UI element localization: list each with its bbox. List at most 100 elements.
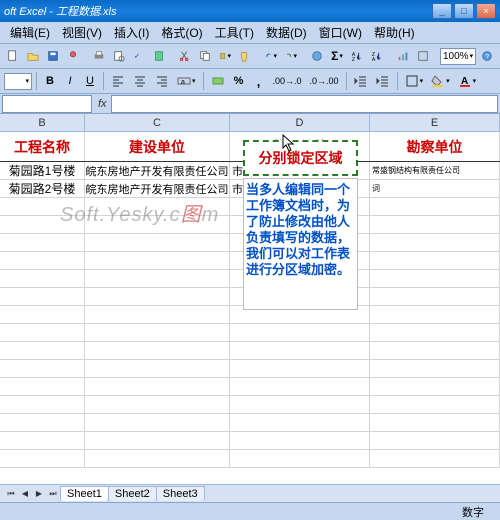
empty-row[interactable] — [0, 378, 500, 396]
separator — [203, 72, 204, 90]
font-size-combo[interactable]: ▾ — [4, 73, 32, 90]
name-box[interactable] — [2, 95, 92, 113]
increase-indent-icon[interactable] — [373, 71, 393, 91]
column-headers: B C D E — [0, 114, 500, 132]
sort-desc-icon[interactable]: ZA — [368, 46, 386, 66]
cell[interactable]: 皖东房地产开发有限责任公司 — [85, 162, 230, 179]
empty-row[interactable] — [0, 414, 500, 432]
title-bar: oft Excel - 工程数据.xls _ □ × — [0, 0, 500, 22]
status-bar: 数字 — [0, 502, 500, 520]
empty-row[interactable] — [0, 360, 500, 378]
formatting-toolbar: ▾ B I U a▾ % , .00→.0 .0→.00 ▾ ▾ A▾ — [0, 69, 500, 94]
close-button[interactable]: × — [476, 3, 496, 19]
col-header-e[interactable]: E — [370, 114, 500, 131]
drawing-icon[interactable] — [414, 46, 432, 66]
tab-sheet3[interactable]: Sheet3 — [156, 486, 205, 501]
undo-icon[interactable]: ▾ — [262, 46, 280, 66]
merge-icon[interactable]: a▾ — [174, 71, 199, 91]
decrease-decimal-icon[interactable]: .0→.00 — [307, 71, 342, 91]
align-center-icon[interactable] — [130, 71, 150, 91]
status-numlock: 数字 — [452, 504, 494, 520]
empty-row[interactable] — [0, 432, 500, 450]
menu-insert[interactable]: 插入(I) — [108, 22, 155, 43]
svg-text:A: A — [372, 57, 376, 63]
col-header-c[interactable]: C — [85, 114, 230, 131]
menu-view[interactable]: 视图(V) — [56, 22, 108, 43]
autosum-icon[interactable]: Σ▾ — [328, 46, 346, 66]
maximize-button[interactable]: □ — [454, 3, 474, 19]
cell[interactable]: 词 — [370, 180, 500, 197]
comma-icon[interactable]: , — [250, 71, 268, 91]
empty-row[interactable] — [0, 324, 500, 342]
cut-icon[interactable] — [176, 46, 194, 66]
menu-tools[interactable]: 工具(T) — [209, 22, 260, 43]
separator — [346, 72, 347, 90]
callout-body-box[interactable]: 当多人编辑同一个工作簿文档时，为了防止修改由他人负责填写的数据，我们可以对工作表… — [243, 178, 358, 310]
formula-input[interactable] — [111, 95, 498, 113]
cell[interactable]: 菊园路1号楼 — [0, 162, 85, 179]
minimize-button[interactable]: _ — [432, 3, 452, 19]
standard-toolbar: ✓ ▾ ▾ ▾ Σ▾ AZ ZA 100%▾ ? — [0, 44, 500, 69]
decrease-indent-icon[interactable] — [351, 71, 371, 91]
header-project-name[interactable]: 工程名称 — [0, 132, 85, 161]
open-icon[interactable] — [24, 46, 42, 66]
percent-icon[interactable]: % — [230, 71, 248, 91]
chart-icon[interactable] — [394, 46, 412, 66]
formula-bar: fx — [0, 94, 500, 114]
tab-sheet2[interactable]: Sheet2 — [108, 486, 157, 501]
format-painter-icon[interactable] — [236, 46, 254, 66]
copy-icon[interactable] — [196, 46, 214, 66]
svg-text:✓: ✓ — [134, 52, 140, 61]
separator — [36, 72, 37, 90]
fill-color-icon[interactable]: ▾ — [428, 71, 453, 91]
empty-row[interactable] — [0, 450, 500, 468]
empty-row[interactable] — [0, 342, 500, 360]
research-icon[interactable] — [150, 46, 168, 66]
spell-icon[interactable]: ✓ — [130, 46, 148, 66]
window-title: oft Excel - 工程数据.xls — [4, 3, 430, 19]
help-icon[interactable]: ? — [478, 46, 496, 66]
header-survey-unit[interactable]: 勘察单位 — [370, 132, 500, 161]
increase-decimal-icon[interactable]: .00→.0 — [270, 71, 305, 91]
svg-text:?: ? — [485, 54, 489, 61]
align-right-icon[interactable] — [152, 71, 172, 91]
align-left-icon[interactable] — [108, 71, 128, 91]
menu-help[interactable]: 帮助(H) — [368, 22, 421, 43]
empty-row[interactable] — [0, 396, 500, 414]
zoom-combo[interactable]: 100%▾ — [440, 48, 476, 65]
col-header-d[interactable]: D — [230, 114, 370, 131]
paste-icon[interactable]: ▾ — [216, 46, 234, 66]
tab-nav-prev-icon[interactable]: ◀ — [18, 487, 32, 501]
menu-edit[interactable]: 编辑(E) — [4, 22, 56, 43]
redo-icon[interactable]: ▾ — [282, 46, 300, 66]
save-icon[interactable] — [44, 46, 62, 66]
new-icon[interactable] — [4, 46, 22, 66]
tab-sheet1[interactable]: Sheet1 — [60, 486, 109, 501]
menu-format[interactable]: 格式(O) — [155, 22, 208, 43]
cell[interactable]: 菊园路2号楼 — [0, 180, 85, 197]
menu-window[interactable]: 窗口(W) — [313, 22, 368, 43]
menu-data[interactable]: 数据(D) — [260, 22, 313, 43]
header-build-unit[interactable]: 建设单位 — [85, 132, 230, 161]
italic-icon[interactable]: I — [61, 71, 79, 91]
col-header-b[interactable]: B — [0, 114, 85, 131]
hyperlink-icon[interactable] — [308, 46, 326, 66]
borders-icon[interactable]: ▾ — [402, 71, 427, 91]
fx-icon[interactable]: fx — [94, 98, 111, 110]
separator — [397, 72, 398, 90]
underline-icon[interactable]: U — [81, 71, 99, 91]
tab-nav-first-icon[interactable]: ⏮ — [4, 487, 18, 501]
callout-title-box[interactable]: 分别锁定区域 — [243, 140, 358, 176]
tab-nav-last-icon[interactable]: ⏭ — [46, 487, 60, 501]
sort-asc-icon[interactable]: AZ — [348, 46, 366, 66]
sheet-tabs: ⏮ ◀ ▶ ⏭ Sheet1 Sheet2 Sheet3 — [0, 484, 500, 502]
font-color-icon[interactable]: A▾ — [455, 71, 480, 91]
cell[interactable]: 常盛钢结构有限责任公司 — [370, 162, 500, 179]
currency-icon[interactable] — [208, 71, 228, 91]
cell[interactable]: 皖东房地产开发有限责任公司 — [85, 180, 230, 197]
preview-icon[interactable] — [110, 46, 128, 66]
permission-icon[interactable] — [64, 46, 82, 66]
print-icon[interactable] — [90, 46, 108, 66]
bold-icon[interactable]: B — [41, 71, 59, 91]
tab-nav-next-icon[interactable]: ▶ — [32, 487, 46, 501]
